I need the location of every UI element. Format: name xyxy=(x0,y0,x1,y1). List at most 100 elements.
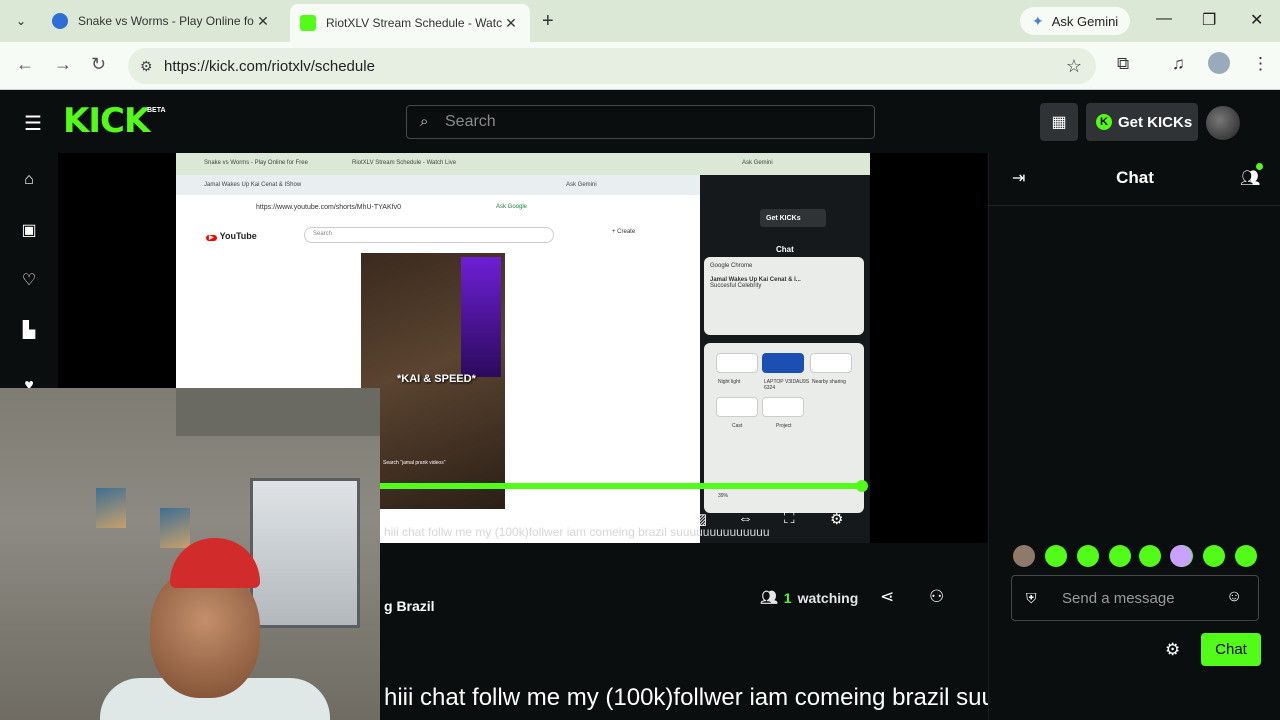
webcam-overlay xyxy=(0,388,380,720)
captured-short-caption: *KAI & SPEED* xyxy=(397,373,476,385)
progress-scrubber[interactable] xyxy=(856,480,868,492)
kick-header: ☰ KICK BETA ⌕ Search ▦ K Get KICKs xyxy=(0,91,1280,153)
chrome-menu-icon[interactable]: ⋮ xyxy=(1252,54,1269,74)
emote-7[interactable] xyxy=(1170,545,1192,567)
close-window-icon[interactable]: ✕ xyxy=(1250,10,1263,30)
store-button[interactable]: ▦ xyxy=(1040,103,1078,141)
kick-coin-icon: K xyxy=(1096,114,1112,130)
captured-yt-tabbar: Jamal Wakes Up Kai Cenat & IShow Ask Gem… xyxy=(176,175,700,195)
close-tab-icon[interactable]: ✕ xyxy=(502,15,520,32)
captured-qs-label: Project xyxy=(776,423,792,429)
captured-yt-logo: YouTube xyxy=(206,231,257,241)
video-ticker-text: hiii chat follw me my (100k)follwer iam … xyxy=(384,525,770,539)
browser-tab-snake[interactable]: Snake vs Worms - Play Online for Free ✕ xyxy=(42,6,282,36)
tab-search-dropdown[interactable]: ⌄ xyxy=(8,8,34,34)
browser-profile-avatar[interactable] xyxy=(1208,52,1230,74)
webcam-wall xyxy=(176,388,380,436)
emote-8[interactable] xyxy=(1203,545,1225,567)
video-progress-bar[interactable] xyxy=(380,483,866,489)
new-tab-button[interactable]: + xyxy=(542,10,554,33)
gemini-sparkle-icon: ✦ xyxy=(1032,12,1044,29)
emote-5[interactable] xyxy=(1139,545,1161,567)
emote-2[interactable] xyxy=(1045,545,1067,567)
captured-qs-label: Nearby sharing xyxy=(812,379,846,385)
captured-qs-label: Night light xyxy=(718,379,741,385)
store-icon: ▦ xyxy=(1051,114,1067,131)
beta-badge: BETA xyxy=(147,107,166,114)
clips-icon[interactable]: ▙ xyxy=(18,319,40,341)
webcam-poster xyxy=(96,488,126,528)
webcam-shelf xyxy=(250,478,360,628)
captured-media-card: Google Chrome Jamal Wakes Up Kai Cenat &… xyxy=(704,257,864,335)
forward-icon[interactable]: → xyxy=(54,54,72,75)
kick-logo[interactable]: KICK xyxy=(63,101,150,141)
captured-yt-tab: Jamal Wakes Up Kai Cenat & IShow xyxy=(204,182,302,188)
browser-tab-kick[interactable]: RiotXLV Stream Schedule - Watch Live ✕ xyxy=(290,4,530,42)
extensions-icon[interactable]: ⧉ xyxy=(1117,54,1129,74)
captured-short-search: Search "jamal prank videos" xyxy=(383,460,446,466)
captured-qs-tile xyxy=(810,353,852,373)
captured-tab-1: Snake vs Worms - Play Online for Free xyxy=(204,160,308,166)
captured-qs-tile xyxy=(716,353,758,373)
search-input[interactable]: ⌕ Search xyxy=(406,105,875,139)
emote-4[interactable] xyxy=(1109,545,1131,567)
emote-3[interactable] xyxy=(1077,545,1099,567)
captured-battery: 39% xyxy=(718,493,729,499)
back-icon[interactable]: ← xyxy=(16,54,34,75)
captured-qs-tile xyxy=(762,397,804,417)
bookmark-star-icon[interactable]: ☆ xyxy=(1066,56,1082,77)
ask-gemini-button[interactable]: ✦ Ask Gemini xyxy=(1020,7,1131,35)
follow-user-icon[interactable]: ⚇ xyxy=(929,587,944,607)
restore-icon[interactable]: ❐ xyxy=(1202,10,1216,30)
viewers-icon: 👥︎ xyxy=(760,589,778,605)
address-bar[interactable]: ⚙ https://kick.com/riotxlv/schedule ☆ xyxy=(128,48,1096,84)
site-info-icon[interactable]: ⚙ xyxy=(140,58,153,75)
send-chat-button[interactable]: Chat xyxy=(1201,633,1261,666)
chat-divider xyxy=(988,205,1280,206)
browser-tab-bar: ⌄ Snake vs Worms - Play Online for Free … xyxy=(0,0,1280,42)
browse-icon[interactable]: ▣ xyxy=(18,219,40,241)
webcam-poster xyxy=(160,508,190,548)
tab-title: RiotXLV Stream Schedule - Watch Live xyxy=(326,16,502,30)
captured-qs-label: Cast xyxy=(732,423,743,429)
captured-short-video: *KAI & SPEED* Search "jamal prank videos… xyxy=(361,253,505,509)
captured-get-kicks: Get KICKs xyxy=(760,209,826,227)
captured-media-app: Google Chrome xyxy=(710,263,753,269)
watching-label: watching xyxy=(797,589,859,606)
captured-yt-create: + Create xyxy=(612,229,636,235)
url-text: https://kick.com/riotxlv/schedule xyxy=(164,57,375,75)
chat-users-icon[interactable]: 👥︎ xyxy=(1240,168,1260,188)
captured-qs-tile xyxy=(762,353,804,373)
captured-tab-2: RiotXLV Stream Schedule - Watch Live xyxy=(352,160,457,166)
get-kicks-button[interactable]: K Get KICKs xyxy=(1086,103,1198,141)
emote-9[interactable] xyxy=(1235,545,1257,567)
chat-settings-icon[interactable]: ⚙ xyxy=(1165,640,1180,660)
captured-chat-title: Chat xyxy=(776,245,794,254)
menu-icon[interactable]: ☰ xyxy=(24,111,42,136)
online-dot xyxy=(1256,163,1263,170)
reload-icon[interactable]: ↻ xyxy=(91,54,106,75)
tab-title: Snake vs Worms - Play Online for Free xyxy=(78,14,254,28)
captured-qs-label: LAPTOP V3IDAU9S 6324 xyxy=(764,379,810,391)
captured-yt-url: https://www.youtube.com/shorts/MhU-TYAKf… xyxy=(256,204,401,211)
shield-icon[interactable]: ⛨ xyxy=(1026,590,1037,607)
stream-title: g Brazil xyxy=(384,598,435,614)
emoji-picker-icon[interactable]: ☺ xyxy=(1226,588,1242,606)
home-icon[interactable]: ⌂ xyxy=(18,169,40,191)
following-heart-icon[interactable]: ♡ xyxy=(18,269,40,291)
captured-neon-light xyxy=(461,257,501,377)
tab-favicon-icon xyxy=(52,13,68,29)
media-control-icon[interactable]: ♫ xyxy=(1172,54,1185,74)
viewer-number: 1 xyxy=(783,589,792,606)
captured-qs-tile xyxy=(716,397,758,417)
captured-ask-gemini: Ask Gemini xyxy=(742,160,773,166)
kick-favicon-icon xyxy=(300,15,316,31)
user-avatar[interactable] xyxy=(1206,106,1240,140)
collapse-chat-icon[interactable]: ⇥ xyxy=(1012,168,1025,188)
emote-1[interactable] xyxy=(1013,545,1035,567)
close-tab-icon[interactable]: ✕ xyxy=(254,13,272,30)
chat-input-placeholder: Send a message xyxy=(1062,589,1175,607)
chat-message-input[interactable]: Send a message xyxy=(1011,575,1259,621)
minimize-icon[interactable]: — xyxy=(1156,10,1172,28)
share-icon[interactable]: ⋖ xyxy=(880,587,894,607)
